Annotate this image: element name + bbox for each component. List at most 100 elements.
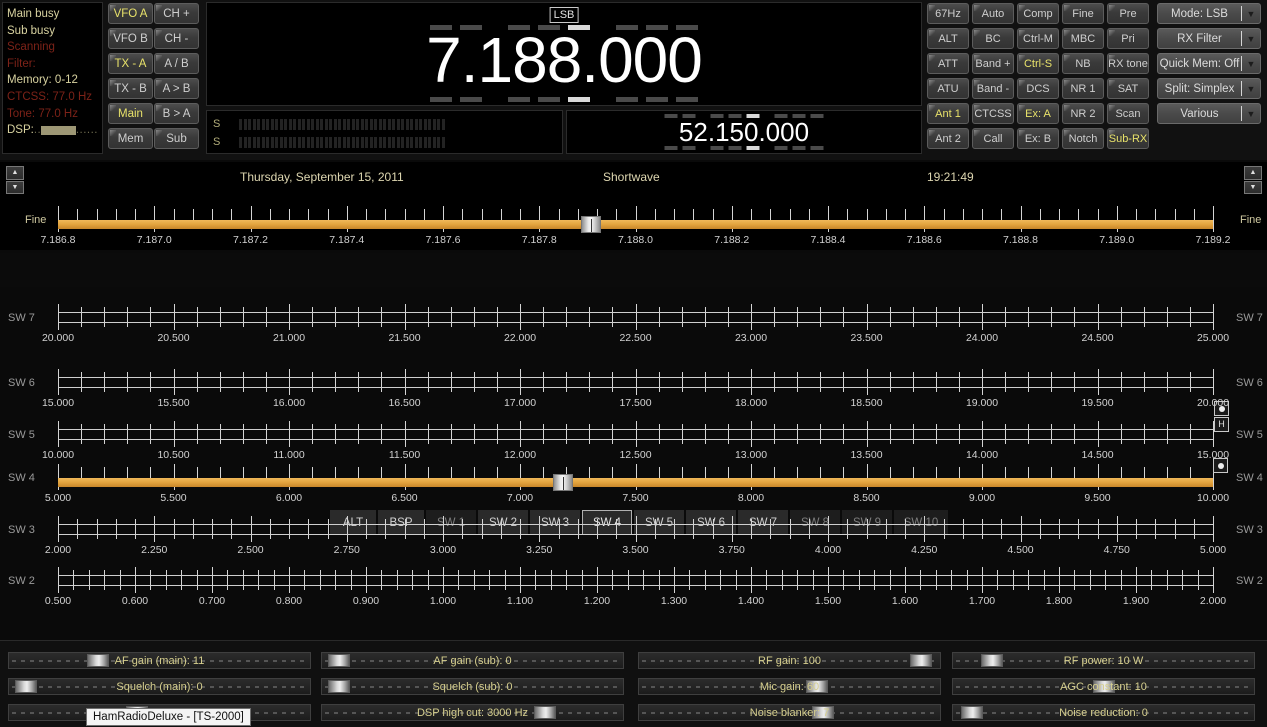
dropdown-split-simplex[interactable]: Split: Simplex▼ <box>1157 78 1261 99</box>
function-button-notch[interactable]: Notch <box>1062 128 1104 149</box>
function-button-ant-2[interactable]: Ant 2 <box>927 128 969 149</box>
function-button-ctrl-s[interactable]: Ctrl-S <box>1017 53 1059 74</box>
function-button-band[interactable]: Band + <box>972 53 1014 74</box>
function-button-rx-tone[interactable]: RX tone <box>1107 53 1149 74</box>
band-dot-button[interactable] <box>1213 458 1228 473</box>
minor-tick <box>458 570 459 590</box>
band-spinner-right[interactable]: ▲ ▼ <box>1244 166 1262 194</box>
function-button-67hz[interactable]: 67Hz <box>927 3 969 24</box>
function-button-scan[interactable]: Scan <box>1107 103 1149 124</box>
function-button-pri[interactable]: Pri <box>1107 28 1149 49</box>
vfo-button-sub[interactable]: Sub <box>154 128 199 149</box>
chevron-down-icon[interactable]: ▼ <box>1242 34 1260 44</box>
slider-dsp-high-cut[interactable]: DSP high cut: 3000 Hz <box>321 704 624 721</box>
function-button-alt[interactable]: ALT <box>927 28 969 49</box>
scale-active-track[interactable] <box>58 220 1213 229</box>
slider-squelch-main[interactable]: Squelch (main): 0 <box>8 678 311 695</box>
minor-tick <box>220 424 221 444</box>
scale-line <box>58 439 1213 440</box>
function-button-ex-b[interactable]: Ex: B <box>1017 128 1059 149</box>
function-button-call[interactable]: Call <box>972 128 1014 149</box>
vfo-button-tx-b[interactable]: TX - B <box>108 78 153 99</box>
main-frequency-panel[interactable]: LSB 7.188.000 <box>206 2 922 106</box>
band-scale[interactable]: 5.0005.5006.0006.5007.0007.5008.0008.500… <box>58 464 1213 504</box>
vfo-button-tx-a[interactable]: TX - A <box>108 53 153 74</box>
function-button-nr-1[interactable]: NR 1 <box>1062 78 1104 99</box>
vfo-button-vfo-b[interactable]: VFO B <box>108 28 153 49</box>
scale-thumb[interactable] <box>553 474 573 491</box>
vfo-button-vfo-a[interactable]: VFO A <box>108 3 153 24</box>
function-button-auto[interactable]: Auto <box>972 3 1014 24</box>
function-button-ctcss[interactable]: CTCSS <box>972 103 1014 124</box>
minor-tick <box>1051 424 1052 444</box>
vfo-button-ch[interactable]: CH + <box>154 3 199 24</box>
band-scale[interactable]: 2.0002.2502.5002.7503.0003.2503.5003.750… <box>58 516 1213 556</box>
chevron-down-icon[interactable]: ▼ <box>1242 84 1260 94</box>
function-button-att[interactable]: ATT <box>927 53 969 74</box>
s-meter-segment <box>302 137 305 148</box>
spin-up-right-icon[interactable]: ▲ <box>1244 166 1262 180</box>
slider-noise-blanker[interactable]: Noise blanker: 7 <box>638 704 941 721</box>
function-button-ctrl-m[interactable]: Ctrl-M <box>1017 28 1059 49</box>
minor-tick <box>405 519 406 539</box>
digit-tick <box>765 146 770 150</box>
spin-up-left-icon[interactable]: ▲ <box>6 166 24 180</box>
chevron-down-icon[interactable]: ▼ <box>1242 109 1260 119</box>
function-button-ant-1[interactable]: Ant 1 <box>927 103 969 124</box>
chevron-down-icon[interactable]: ▼ <box>1242 9 1260 19</box>
dropdown-mode-lsb[interactable]: Mode: LSB▼ <box>1157 3 1261 24</box>
sub-frequency-panel[interactable]: 52.150.000 <box>566 110 922 154</box>
slider-noise-reduction[interactable]: Noise reduction: 0 <box>952 704 1255 721</box>
s-meter-segment <box>433 119 436 130</box>
scale-active-track[interactable] <box>58 478 1213 487</box>
band-scale[interactable]: 0.5000.6000.7000.8000.9001.0001.1001.200… <box>58 567 1213 607</box>
slider-mic-gain[interactable]: Mic gain: 60 <box>638 678 941 695</box>
function-button-band[interactable]: Band - <box>972 78 1014 99</box>
function-button-bc[interactable]: BC <box>972 28 1014 49</box>
function-button-nr-2[interactable]: NR 2 <box>1062 103 1104 124</box>
vfo-button-a-b[interactable]: A > B <box>154 78 199 99</box>
slider-squelch-sub[interactable]: Squelch (sub): 0 <box>321 678 624 695</box>
s-meter-segment <box>325 119 328 130</box>
minor-tick <box>150 307 151 327</box>
slider-rf-power[interactable]: RF power: 10 W <box>952 652 1255 669</box>
band-scale[interactable]: 15.00015.50016.00016.50017.00017.50018.0… <box>58 369 1213 409</box>
tick-label: 23.000 <box>735 332 767 344</box>
slider-agc-constant[interactable]: AGC constant: 10 <box>952 678 1255 695</box>
dropdown-label: Various <box>1158 108 1241 120</box>
vfo-button-a-b[interactable]: A / B <box>154 53 199 74</box>
scale-thumb[interactable] <box>581 216 601 233</box>
band-scale[interactable]: 20.00020.50021.00021.50022.00022.50023.0… <box>58 304 1213 344</box>
minor-tick <box>543 424 544 444</box>
function-button-ex-a[interactable]: Ex: A <box>1017 103 1059 124</box>
function-button-sat[interactable]: SAT <box>1107 78 1149 99</box>
function-button-dcs[interactable]: DCS <box>1017 78 1059 99</box>
slider-af-gain-sub[interactable]: AF gain (sub): 0 <box>321 652 624 669</box>
minor-tick <box>936 307 937 327</box>
band-scale[interactable]: 10.00010.50011.00011.50012.00012.50013.0… <box>58 421 1213 461</box>
function-button-comp[interactable]: Comp <box>1017 3 1059 24</box>
main-frequency-value[interactable]: 7.188.000 <box>207 27 921 93</box>
function-button-pre[interactable]: Pre <box>1107 3 1149 24</box>
fine-tuning-slider[interactable]: 7.186.87.187.07.187.27.187.47.187.67.187… <box>58 206 1213 246</box>
vfo-button-main[interactable]: Main <box>108 103 153 124</box>
band-spinner-left[interactable]: ▲ ▼ <box>6 166 24 194</box>
slider-af-gain-main[interactable]: AF gain (main): 11 <box>8 652 311 669</box>
function-button-sub-rx[interactable]: Sub-RX <box>1107 128 1149 149</box>
vfo-button-b-a[interactable]: B > A <box>154 103 199 124</box>
slider-rf-gain[interactable]: RF gain: 100 <box>638 652 941 669</box>
vfo-button-mem[interactable]: Mem <box>108 128 153 149</box>
function-button-fine[interactable]: Fine <box>1062 3 1104 24</box>
chevron-down-icon[interactable]: ▼ <box>1242 59 1260 69</box>
function-button-atu[interactable]: ATU <box>927 78 969 99</box>
dropdown-rx-filter[interactable]: RX Filter▼ <box>1157 28 1261 49</box>
sub-frequency-value[interactable]: 52.150.000 <box>567 118 921 146</box>
minor-tick <box>181 570 182 590</box>
spin-down-left-icon[interactable]: ▼ <box>6 181 24 195</box>
dropdown-various[interactable]: Various▼ <box>1157 103 1261 124</box>
dropdown-quick-mem-off[interactable]: Quick Mem: Off▼ <box>1157 53 1261 74</box>
function-button-mbc[interactable]: MBC <box>1062 28 1104 49</box>
function-button-nb[interactable]: NB <box>1062 53 1104 74</box>
vfo-button-ch[interactable]: CH - <box>154 28 199 49</box>
spin-down-right-icon[interactable]: ▼ <box>1244 181 1262 195</box>
